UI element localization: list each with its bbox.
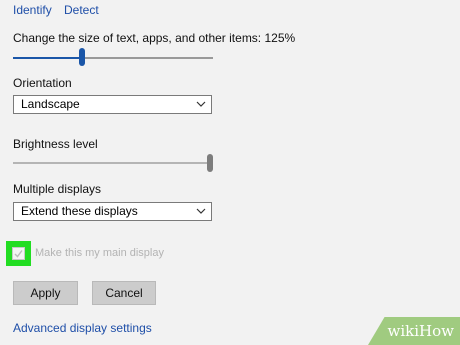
orientation-dropdown[interactable]: Landscape xyxy=(13,95,212,114)
scale-slider-remaining xyxy=(81,57,213,59)
main-display-label: Make this my main display xyxy=(35,247,164,259)
scale-slider-filled xyxy=(13,57,81,59)
identify-link[interactable]: Identify xyxy=(13,3,52,17)
chevron-down-icon xyxy=(196,101,206,107)
wikihow-watermark: wikiHow xyxy=(368,317,460,345)
multiple-displays-selected: Extend these displays xyxy=(21,204,138,218)
scale-label: Change the size of text, apps, and other… xyxy=(13,31,296,45)
brightness-slider-track xyxy=(13,162,209,164)
scale-slider[interactable] xyxy=(13,48,213,68)
cancel-button[interactable]: Cancel xyxy=(92,281,156,305)
multiple-displays-dropdown[interactable]: Extend these displays xyxy=(13,202,212,221)
checkmark-icon xyxy=(14,250,23,258)
advanced-display-settings-link[interactable]: Advanced display settings xyxy=(13,321,152,335)
scale-slider-thumb[interactable] xyxy=(79,48,85,66)
multiple-displays-label: Multiple displays xyxy=(13,182,102,196)
orientation-label: Orientation xyxy=(13,76,72,90)
apply-button[interactable]: Apply xyxy=(13,281,78,305)
detect-link[interactable]: Detect xyxy=(64,3,99,17)
main-display-checkbox[interactable] xyxy=(12,247,25,260)
orientation-selected: Landscape xyxy=(21,97,80,111)
chevron-down-icon xyxy=(196,208,206,214)
brightness-label: Brightness level xyxy=(13,137,98,151)
brightness-slider-thumb[interactable] xyxy=(207,154,213,172)
brightness-slider[interactable] xyxy=(13,153,213,173)
